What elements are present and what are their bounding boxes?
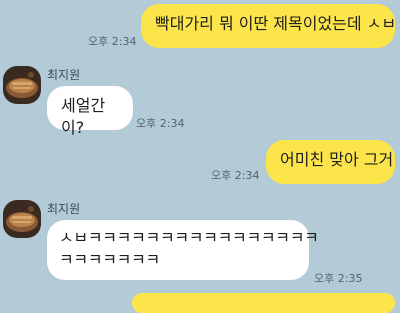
sender-name: 최지원 xyxy=(47,68,81,82)
incoming-message-bubble[interactable]: 세얼간이? xyxy=(47,86,133,137)
message-time: 오후 2:35 xyxy=(314,272,363,285)
food-photo-avatar-icon xyxy=(3,200,41,238)
sender-name: 최지원 xyxy=(47,202,81,216)
outgoing-message-bubble[interactable]: 빡대가리 뭐 이딴 제목이었는데 ㅅㅂ xyxy=(141,4,396,48)
contact-avatar[interactable] xyxy=(3,200,41,238)
incoming-message-bubble[interactable]: ㅅㅂㅋㅋㅋㅋㅋㅋㅋㅋㅋㅋㅋㅋㅋㅋㅋㅋ ㅋㅋㅋㅋㅋㅋㅋ xyxy=(47,220,319,280)
outgoing-message-bubble-partial[interactable] xyxy=(132,293,395,313)
contact-avatar[interactable] xyxy=(3,66,41,104)
message-time: 오후 2:34 xyxy=(88,35,137,48)
food-photo-avatar-icon xyxy=(3,66,41,104)
message-time: 오후 2:34 xyxy=(211,169,260,182)
outgoing-message-bubble[interactable]: 어미친 맞아 그거 xyxy=(266,140,395,184)
message-line: ㅅㅂㅋㅋㅋㅋㅋㅋㅋㅋㅋㅋㅋㅋㅋㅋㅋㅋ xyxy=(59,228,319,247)
message-time: 오후 2:34 xyxy=(136,117,185,130)
message-line: ㅋㅋㅋㅋㅋㅋㅋ xyxy=(59,250,160,269)
chat-area[interactable]: 오후 2:34 빡대가리 뭐 이딴 제목이었는데 ㅅㅂ 최지원 세얼간이? 오후… xyxy=(0,0,400,313)
